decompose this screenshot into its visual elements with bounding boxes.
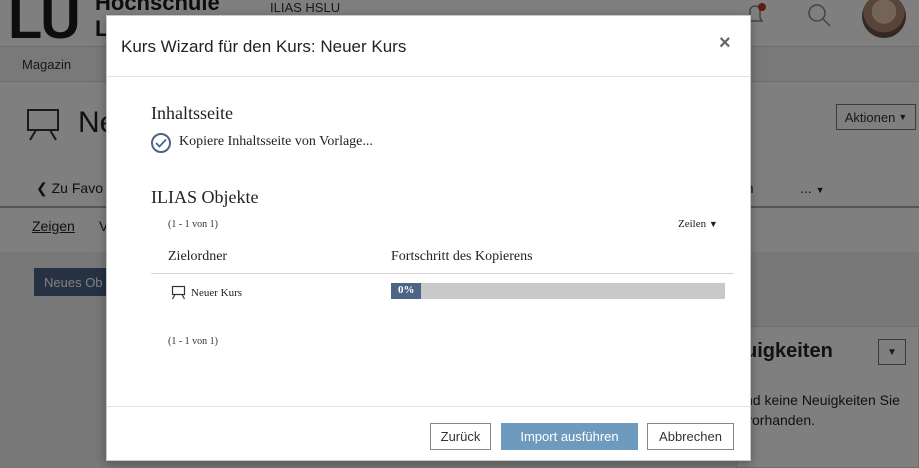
- check-circle-icon: [151, 133, 171, 153]
- rows-dropdown[interactable]: Zeilen ▼: [678, 218, 718, 230]
- import-button[interactable]: Import ausführen: [501, 423, 638, 450]
- copy-progress-fill: 0%: [391, 283, 421, 299]
- objects-heading: ILIAS Objekte: [151, 187, 259, 207]
- column-header-copy-progress: Fortschritt des Kopierens: [391, 249, 533, 264]
- copy-progress-label: 0%: [398, 284, 415, 296]
- cancel-button[interactable]: Abbrechen: [647, 423, 734, 450]
- back-button[interactable]: Zurück: [430, 423, 491, 450]
- modal-title: Kurs Wizard für den Kurs: Neuer Kurs: [121, 37, 407, 56]
- content-page-heading: Inhaltsseite: [151, 103, 233, 123]
- caret-down-icon: ▼: [708, 219, 718, 229]
- pagination-range-bottom: (1 - 1 von 1): [168, 336, 218, 347]
- close-icon[interactable]: ×: [719, 32, 731, 55]
- pagination-range-top: (1 - 1 von 1): [168, 219, 218, 230]
- column-header-target-folder: Zielordner: [168, 249, 228, 264]
- content-page-status: Kopiere Inhaltsseite von Vorlage...: [179, 134, 373, 149]
- row-target-folder-name: Neuer Kurs: [191, 287, 243, 299]
- rows-dropdown-label: Zeilen: [678, 218, 707, 230]
- course-wizard-modal: Kurs Wizard für den Kurs: Neuer Kurs × I…: [106, 15, 751, 461]
- modal-header: Kurs Wizard für den Kurs: Neuer Kurs ×: [107, 16, 750, 77]
- course-icon: [171, 285, 186, 300]
- table-divider: [151, 273, 734, 274]
- modal-footer-divider: [107, 406, 750, 407]
- copy-progress-bar: 0%: [391, 283, 725, 299]
